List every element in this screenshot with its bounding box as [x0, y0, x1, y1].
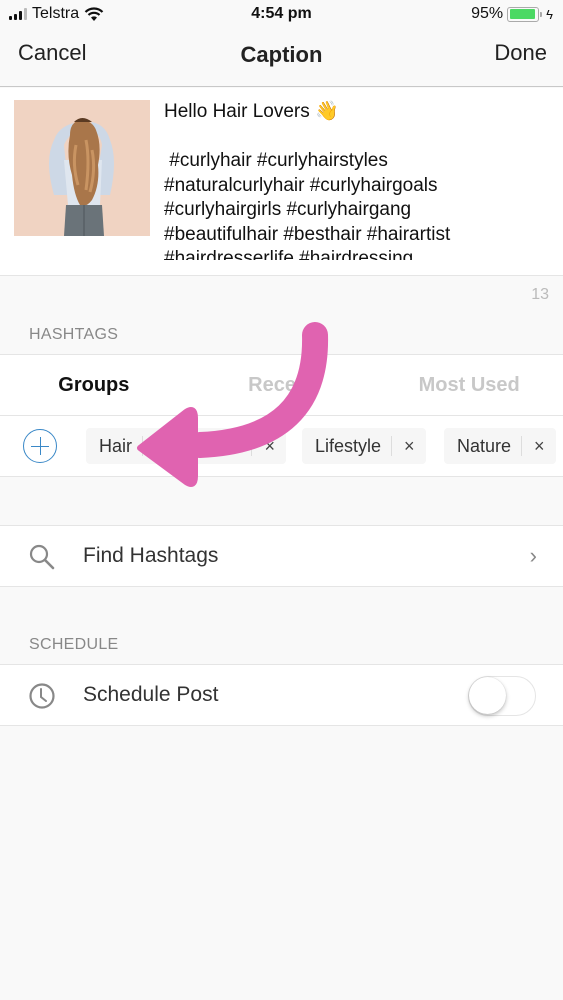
battery-percent: 95%: [471, 5, 504, 22]
remove-group-icon[interactable]: ×: [522, 436, 556, 457]
schedule-post-row: Schedule Post: [0, 664, 563, 726]
tab-groups[interactable]: Groups: [0, 355, 188, 415]
hashtag-groups-row: Hair × Lifestyle × Nature ×: [0, 416, 563, 477]
find-hashtags-row[interactable]: Find Hashtags ›: [0, 525, 563, 587]
group-chip-nature: Nature ×: [444, 428, 556, 464]
find-hashtags-label: Find Hashtags: [83, 544, 219, 567]
group-chip-label[interactable]: Lifestyle: [302, 436, 391, 457]
post-thumbnail[interactable]: [14, 100, 150, 236]
chevron-right-icon: ›: [529, 543, 537, 568]
add-group-button[interactable]: [23, 429, 57, 463]
status-right: 95% ϟ: [471, 5, 553, 23]
remove-group-icon[interactable]: ×: [252, 436, 286, 457]
tab-recent[interactable]: Recent: [188, 355, 376, 415]
hashtag-tabs: Groups Recent Most Used: [0, 354, 563, 416]
nav-bar: Cancel Caption Done: [0, 30, 563, 87]
battery-fill: [509, 9, 536, 19]
group-chip-hair: Hair ×: [86, 428, 286, 464]
search-icon: [29, 544, 55, 570]
schedule-post-toggle[interactable]: [468, 676, 536, 716]
charging-bolt-icon: ϟ: [546, 6, 553, 22]
character-count: 13: [531, 286, 549, 303]
done-button[interactable]: Done: [494, 40, 547, 66]
group-chip-label[interactable]: Nature: [444, 436, 521, 457]
schedule-section-header: SCHEDULE: [29, 636, 119, 653]
battery-icon: [507, 6, 543, 22]
schedule-post-label: Schedule Post: [83, 683, 219, 706]
page-title: Caption: [240, 42, 323, 67]
toggle-knob: [469, 677, 506, 714]
thumbnail-image: [14, 100, 150, 236]
remove-group-icon[interactable]: ×: [392, 436, 426, 457]
clock-icon: [29, 683, 55, 709]
group-chip-label[interactable]: Hair: [86, 436, 142, 457]
caption-editor: Hello Hair Lovers 👋 #curlyhair #curlyhai…: [0, 88, 563, 276]
group-chip-lifestyle: Lifestyle ×: [302, 428, 426, 464]
hashtags-section-header: HASHTAGS: [29, 326, 119, 343]
chip-divider: [142, 436, 144, 456]
caption-textarea[interactable]: Hello Hair Lovers 👋 #curlyhair #curlyhai…: [164, 100, 554, 260]
tab-most-used[interactable]: Most Used: [375, 355, 563, 415]
status-bar: Telstra 4:54 pm 95% ϟ: [0, 0, 563, 30]
